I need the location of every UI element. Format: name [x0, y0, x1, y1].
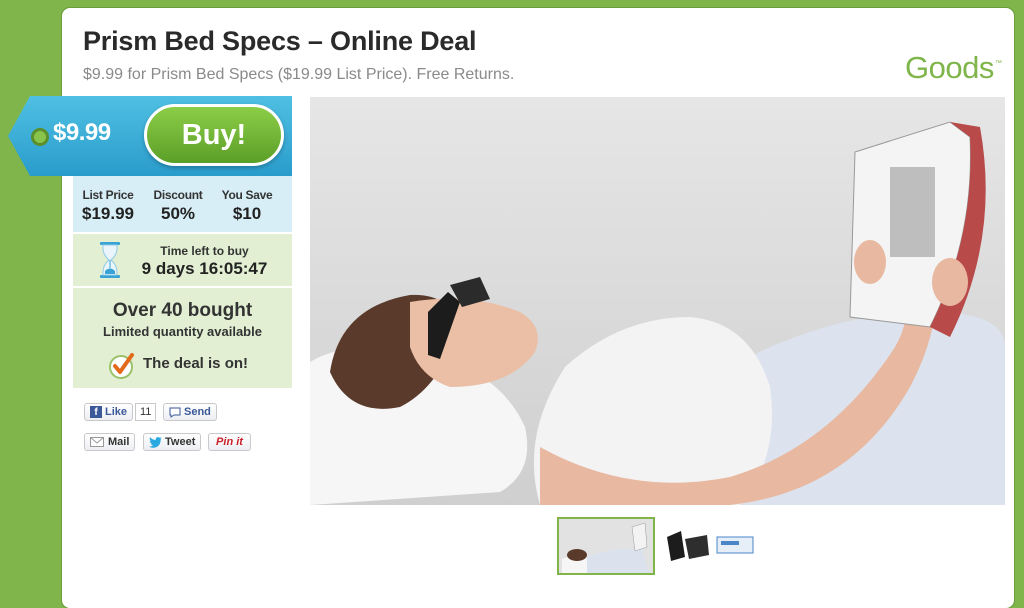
availability-note: Limited quantity available [103, 324, 262, 339]
stat-value: $19.99 [82, 204, 134, 223]
buy-button[interactable]: Buy! [144, 104, 284, 166]
tag-hole-icon [31, 128, 49, 146]
facebook-icon: f [90, 406, 102, 418]
pinterest-button[interactable]: Pin it [208, 433, 251, 451]
product-photo [310, 97, 1005, 505]
tweet-button[interactable]: Tweet [143, 433, 202, 451]
facebook-send-button[interactable]: Send [163, 403, 217, 421]
stat-value: $10 [232, 204, 262, 223]
time-left-panel: Time left to buy 9 days 16:05:47 [73, 234, 292, 286]
deal-status-panel: Over 40 bought Limited quantity availabl… [73, 288, 292, 388]
trademark-mark: ™ [994, 60, 1002, 67]
price-stats: List Price $19.99 Discount 50% You Save … [73, 176, 292, 232]
timer-countdown: 9 days 16:05:47 [141, 259, 268, 278]
deal-on-text: The deal is on! [143, 355, 249, 372]
pin-it-label: Pin it [216, 436, 243, 448]
brand-logo[interactable]: Goods™ [905, 50, 1002, 86]
stat-label: You Save [221, 188, 273, 202]
stat-you-save: You Save $10 [217, 188, 277, 224]
deal-subtitle: $9.99 for Prism Bed Specs ($19.99 List P… [83, 66, 515, 83]
page-title: Prism Bed Specs – Online Deal [83, 26, 477, 56]
brand-name: Goods [905, 50, 994, 85]
mail-button[interactable]: Mail [84, 433, 136, 451]
stat-label: Discount [153, 188, 203, 202]
like-count: 11 [135, 403, 157, 421]
bought-count: Over 40 bought [112, 300, 253, 321]
stat-label: List Price [82, 188, 134, 202]
stat-discount: Discount 50% [150, 188, 206, 224]
timer-label: Time left to buy [160, 244, 249, 258]
speech-bubble-icon [169, 407, 181, 418]
send-label: Send [184, 406, 211, 418]
facebook-like-button[interactable]: f Like [84, 403, 134, 421]
stat-value: 50% [160, 204, 196, 223]
like-label: Like [105, 406, 128, 418]
tweet-label: Tweet [165, 436, 196, 448]
mail-label: Mail [108, 436, 130, 448]
envelope-icon [90, 437, 104, 447]
deal-price: $9.99 [53, 119, 111, 146]
thumbnail-woman-reading[interactable] [557, 517, 655, 575]
checkmark-icon [109, 353, 134, 379]
twitter-bird-icon [149, 436, 162, 448]
hourglass-icon [100, 242, 120, 278]
stat-list-price: List Price $19.99 [80, 188, 136, 224]
thumbnail-glasses-box[interactable] [659, 517, 757, 575]
